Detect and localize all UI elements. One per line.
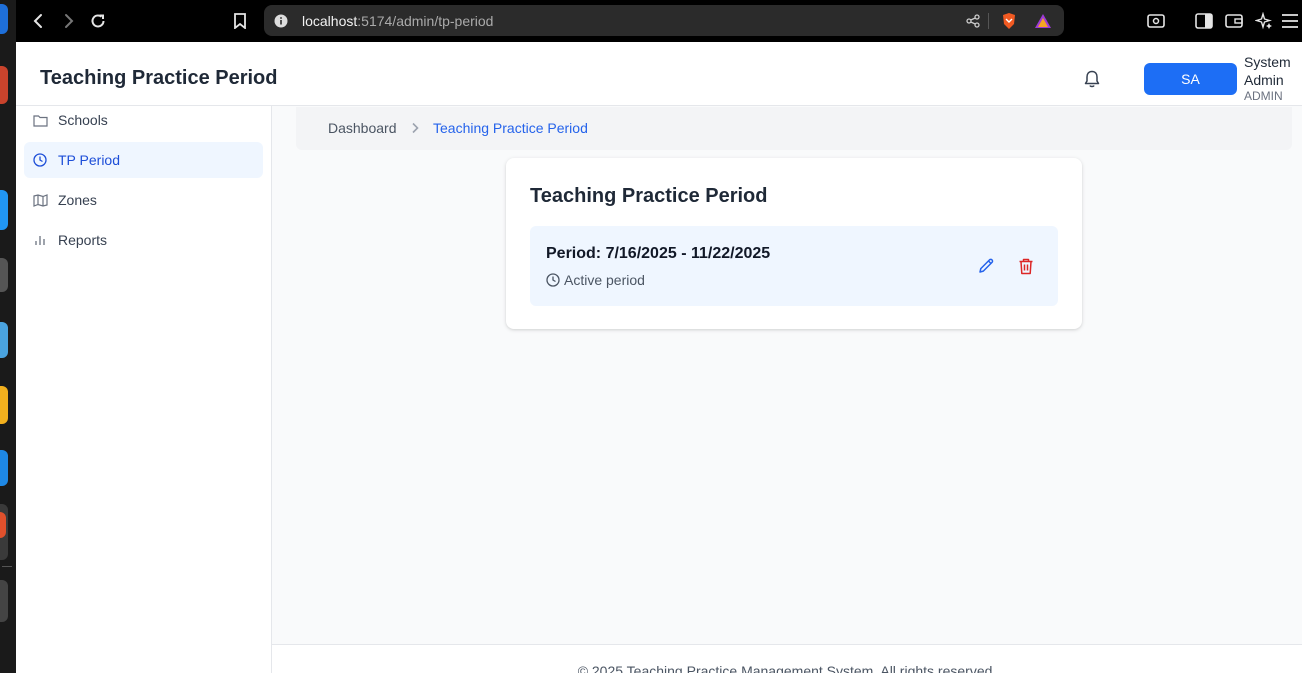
chevron-right-icon: [408, 121, 422, 135]
bookmark-icon[interactable]: [229, 10, 251, 32]
share-icon[interactable]: [964, 12, 982, 30]
notification-bell-icon[interactable]: [1082, 69, 1102, 89]
tp-period-card: Teaching Practice Period Period: 7/16/20…: [506, 158, 1082, 329]
app-header: Teaching Practice Period SA System Admin…: [16, 42, 1302, 106]
trash-icon: [1019, 258, 1033, 274]
breadcrumb: Dashboard Teaching Practice Period: [296, 107, 1292, 150]
os-dock: [0, 0, 16, 673]
delete-period-button[interactable]: [1016, 256, 1036, 276]
clock-icon: [32, 152, 48, 168]
period-item: Period: 7/16/2025 - 11/22/2025 Active pe…: [530, 226, 1058, 306]
dock-app-icon[interactable]: [0, 450, 8, 486]
footer: © 2025 Teaching Practice Management Syst…: [272, 644, 1302, 673]
footer-copyright: © 2025 Teaching Practice Management Syst…: [577, 663, 997, 673]
period-dates: Period: 7/16/2025 - 11/22/2025: [546, 245, 771, 262]
dock-app-icon[interactable]: [0, 580, 8, 622]
card-title: Teaching Practice Period: [530, 185, 768, 207]
sidebar-item-label: TP Period: [58, 152, 120, 168]
brave-shield-icon[interactable]: [1000, 12, 1018, 30]
url-divider: [988, 13, 989, 29]
sidebar-item-label: Zones: [58, 192, 97, 208]
breadcrumb-current: Teaching Practice Period: [433, 120, 588, 136]
map-icon: [32, 192, 48, 208]
period-status: Active period: [546, 272, 645, 288]
wallet-icon[interactable]: [1224, 11, 1244, 31]
dock-app-icon[interactable]: [0, 66, 8, 104]
user-role: ADMIN: [1244, 89, 1283, 103]
url-path: :5174/admin/tp-period: [357, 13, 494, 29]
bar-chart-icon: [32, 232, 48, 248]
dock-app-icon[interactable]: [0, 386, 8, 424]
menu-icon[interactable]: [1280, 11, 1300, 31]
user-avatar-button[interactable]: SA: [1144, 63, 1237, 95]
url-text: localhost:5174/admin/tp-period: [302, 13, 493, 29]
clock-icon: [546, 273, 560, 287]
edit-period-button[interactable]: [976, 256, 996, 276]
reload-icon[interactable]: [87, 10, 109, 32]
leo-ai-icon[interactable]: [1254, 11, 1274, 31]
sidebar-item-schools[interactable]: Schools: [24, 102, 263, 138]
sidebar-item-zones[interactable]: Zones: [24, 182, 263, 218]
url-host: localhost: [302, 13, 358, 29]
dock-app-icon[interactable]: [0, 258, 8, 292]
sidebar-item-label: Reports: [58, 232, 108, 248]
page-title: Teaching Practice Period: [40, 67, 278, 89]
user-name: System Admin: [1244, 54, 1291, 88]
sidebar-toggle-icon[interactable]: [1194, 11, 1214, 31]
address-bar[interactable]: localhost:5174/admin/tp-period: [264, 5, 1064, 36]
dock-app-icon[interactable]: [0, 512, 6, 538]
forward-icon[interactable]: [57, 10, 79, 32]
sidebar-item-reports[interactable]: Reports: [24, 222, 263, 258]
pencil-icon: [979, 258, 994, 273]
dock-app-icon[interactable]: [0, 4, 8, 34]
folder-icon: [32, 112, 48, 128]
sidebar: Schools TP Period Zones Reports: [16, 106, 272, 673]
dock-separator: [2, 566, 12, 567]
sidebar-item-tp-period[interactable]: TP Period: [24, 142, 263, 178]
breadcrumb-dashboard-link[interactable]: Dashboard: [328, 120, 397, 136]
screenshot-icon[interactable]: [1146, 11, 1166, 31]
sidebar-item-label: Schools: [58, 112, 108, 128]
site-info-icon[interactable]: [272, 12, 290, 30]
brave-rewards-icon[interactable]: [1034, 12, 1052, 30]
browser-toolbar: localhost:5174/admin/tp-period: [16, 0, 1302, 42]
back-icon[interactable]: [28, 10, 50, 32]
period-status-text: Active period: [564, 272, 645, 288]
dock-app-icon[interactable]: [0, 322, 8, 358]
dock-app-icon[interactable]: [0, 190, 8, 230]
